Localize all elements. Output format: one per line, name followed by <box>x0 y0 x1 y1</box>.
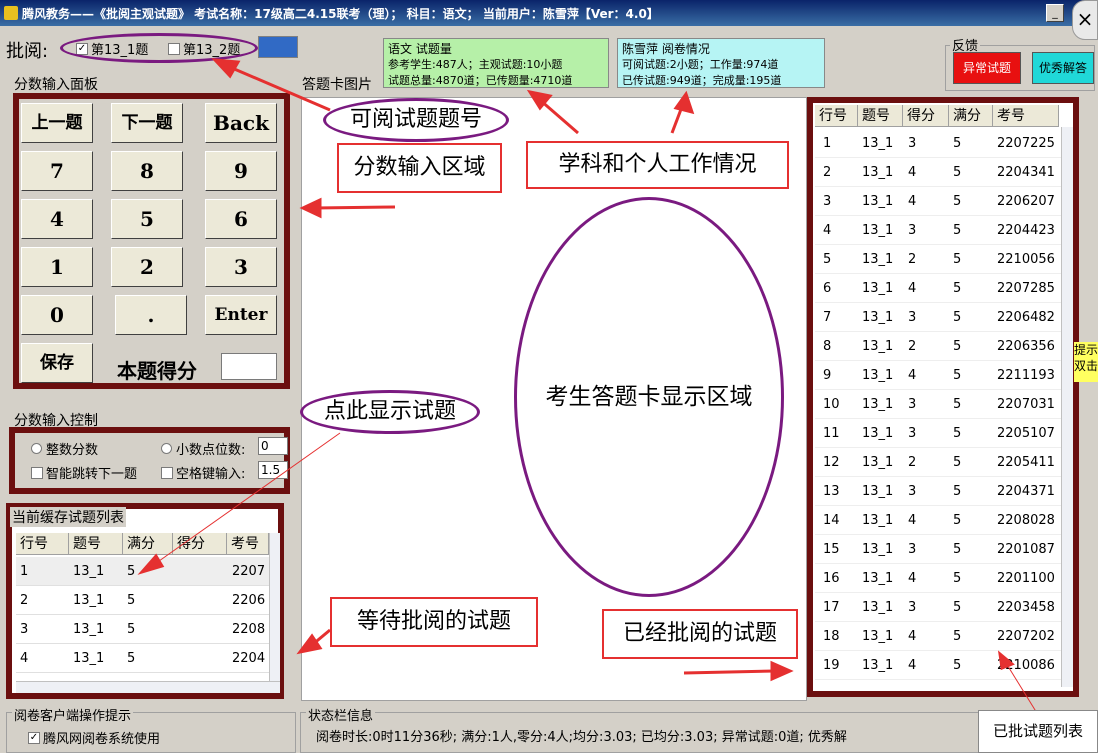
arrow-input-area <box>314 205 396 210</box>
arrowhead <box>299 197 322 219</box>
annotation-work-status: 学科和个人工作情况 <box>526 141 789 189</box>
arrow-work-status-1 <box>539 98 579 135</box>
arrowhead <box>137 553 165 575</box>
arrow-question-no <box>224 63 331 112</box>
annotation-pending: 等待批阅的试题 <box>330 597 538 647</box>
arrowhead <box>673 90 695 115</box>
annotation-answer-area: 考生答题卡显示区域 <box>514 197 784 597</box>
arrow-click-show <box>151 432 341 567</box>
arrowhead <box>997 650 1015 671</box>
arrow-graded <box>683 669 776 675</box>
arrowhead <box>770 660 794 682</box>
annotation-question-no: 可阅试题题号 <box>323 98 509 142</box>
cache-title: 当前缓存试题列表 <box>10 507 126 527</box>
annotation-input-area: 分数输入区域 <box>337 143 502 193</box>
arrowhead <box>296 633 323 655</box>
arrowhead <box>211 58 241 79</box>
annotation-click-show: 点此显示试题 <box>300 390 480 434</box>
annotation-graded-list: 已批试题列表 <box>978 710 1098 753</box>
annotation-graded: 已经批阅的试题 <box>602 609 798 659</box>
